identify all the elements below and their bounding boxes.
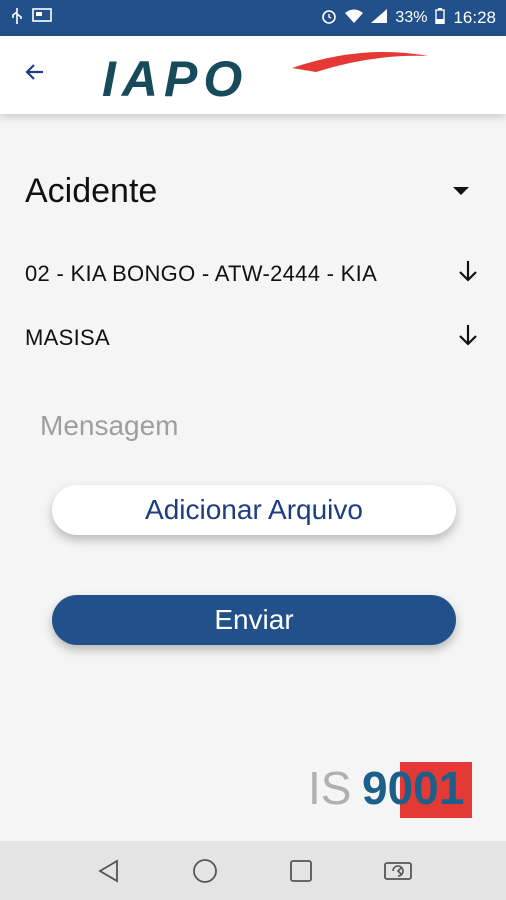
home-circle-icon[interactable] [185,851,225,891]
arrow-left-icon [23,59,47,91]
recents-square-icon[interactable] [281,851,321,891]
caret-down-icon [453,187,469,195]
occurrence-type-dropdown[interactable]: Acidente [25,166,485,216]
vehicle-dropdown[interactable]: 02 - KIA BONGO - ATW-2444 - KIA [25,254,485,294]
status-right: 33% 16:28 [321,7,496,29]
battery-percent: 33% [395,9,428,26]
add-file-button[interactable]: Adicionar Arquivo [52,485,456,535]
alarm-icon [321,8,337,29]
logo-text: IAPO [102,51,248,102]
send-button[interactable]: Enviar [52,595,456,645]
svg-text:9001: 9001 [362,762,464,814]
arrow-down-icon [457,259,479,290]
clock: 16:28 [453,8,496,27]
message-input[interactable]: Mensagem [40,410,179,442]
rotate-icon[interactable] [378,851,418,891]
signal-icon [371,8,388,28]
client-dropdown[interactable]: MASISA [25,318,485,358]
back-triangle-icon[interactable] [88,851,128,891]
app-bar: IAPO [0,36,506,114]
iso-9001-logo: IS 9001 [306,758,488,820]
iapo-logo: IAPO [102,50,432,107]
vehicle-value: 02 - KIA BONGO - ATW-2444 - KIA [25,261,378,286]
svg-text:IS: IS [308,762,351,814]
main-content: Acidente 02 - KIA BONGO - ATW-2444 - KIA… [0,114,506,841]
wifi-icon [345,9,364,28]
occurrence-type-value: Acidente [25,171,158,210]
battery-icon [435,7,446,29]
status-bar: 33% 16:28 [0,0,506,36]
back-button[interactable] [0,36,70,114]
screen-cast-icon [32,7,52,29]
system-nav-bar [0,841,506,900]
arrow-down-icon [457,323,479,354]
client-value: MASISA [25,325,110,350]
usb-icon [10,7,24,29]
status-left [10,7,52,29]
